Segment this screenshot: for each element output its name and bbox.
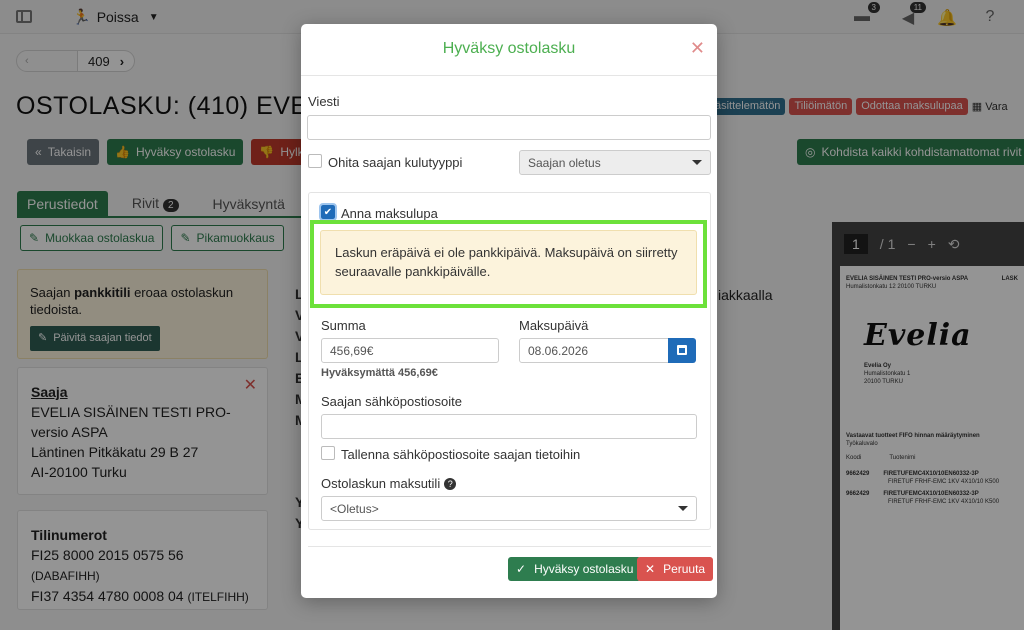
dialog-header: Hyväksy ostolasku ✕ — [301, 24, 717, 76]
dialog-title: Hyväksy ostolasku — [442, 40, 576, 57]
cancel-button[interactable]: ✕ Peruuta — [637, 557, 714, 581]
grant-payment-label: Anna maksulupa — [341, 206, 438, 221]
question-icon[interactable]: ? — [444, 478, 457, 490]
chevron-down-icon — [692, 160, 702, 165]
sum-label: Summa — [321, 318, 366, 333]
close-icon[interactable]: ✕ — [690, 39, 705, 57]
message-label: Viesti — [308, 94, 340, 109]
payment-account-label: Ostolaskun maksutili? — [321, 476, 457, 491]
save-email-label: Tallenna sähköpostiosoite saajan tietoih… — [341, 447, 581, 462]
approve-invoice-dialog: Hyväksy ostolasku ✕ Viesti Ohita saajan … — [301, 24, 717, 598]
email-label: Saajan sähköpostiosoite — [321, 394, 462, 409]
calendar-button[interactable] — [668, 338, 696, 363]
grant-payment-checkbox[interactable]: ✔ — [319, 203, 337, 221]
chevron-down-icon — [678, 506, 688, 511]
sum-input[interactable]: 456,69€ — [321, 338, 499, 363]
payment-date-label: Maksupäivä — [519, 318, 589, 333]
payment-date-input[interactable]: 08.06.2026 — [519, 338, 669, 363]
calendar-icon — [677, 345, 687, 355]
bank-day-alert: Laskun eräpäivä ei ole pankkipäivä. Maks… — [320, 230, 697, 295]
payment-account-select[interactable]: <Oletus> — [321, 496, 697, 521]
email-input[interactable] — [321, 414, 697, 439]
check-icon: ✓ — [516, 562, 527, 576]
recipient-default-select[interactable]: Saajan oletus — [519, 150, 711, 175]
save-email-checkbox[interactable] — [321, 446, 335, 460]
confirm-approve-button[interactable]: ✓ Hyväksy ostolasku — [508, 557, 642, 581]
close-icon: ✕ — [645, 562, 656, 576]
dialog-footer-divider — [308, 546, 711, 547]
unapproved-amount: Hyväksymättä 456,69€ — [321, 367, 438, 379]
message-input[interactable] — [307, 115, 711, 140]
skip-consumption-checkbox[interactable] — [308, 154, 322, 168]
skip-consumption-label: Ohita saajan kulutyyppi — [328, 155, 463, 170]
